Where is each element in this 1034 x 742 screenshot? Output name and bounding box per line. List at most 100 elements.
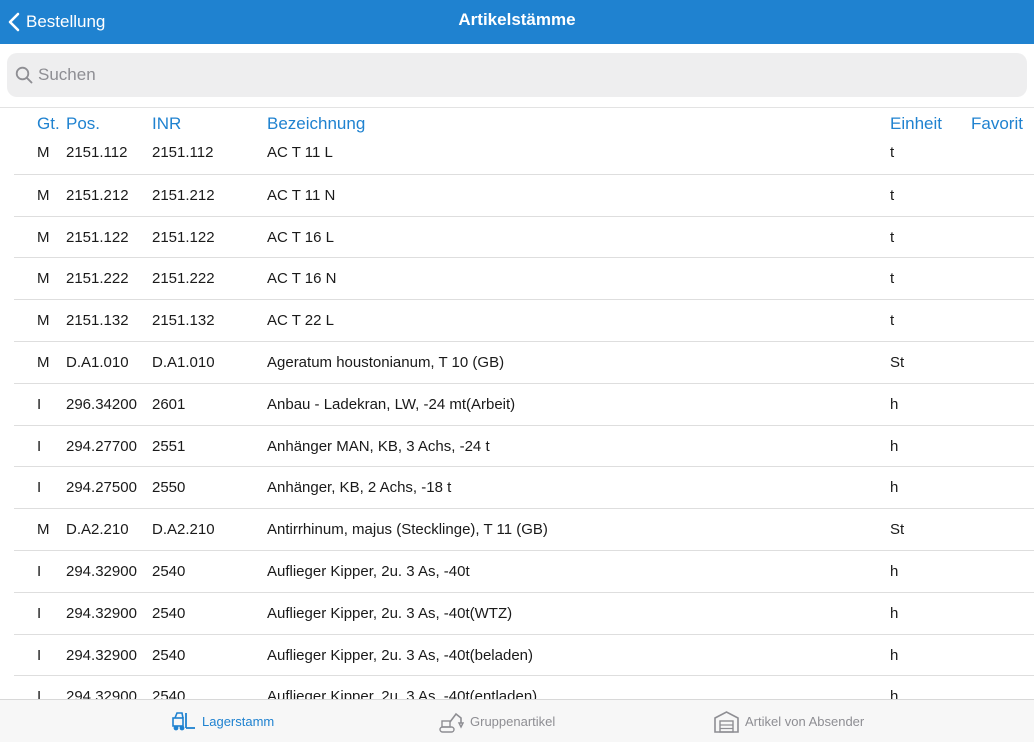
cell-inr: 2601 <box>152 395 186 413</box>
table-row[interactable]: I 296.34200 2601 Anbau - Ladekran, LW, -24 … <box>14 384 1034 426</box>
cell-gt: M <box>37 353 50 371</box>
table-row[interactable]: I 294.32900 2540 Auflieger Kipper, 2u. 3 As… <box>14 551 1034 593</box>
search-field-container[interactable] <box>7 53 1027 97</box>
search-bar <box>0 44 1034 108</box>
column-header-inr[interactable]: INR <box>152 114 181 134</box>
cell-inr: D.A1.010 <box>152 353 215 371</box>
navigation-bar: Bestellung Artikelstämme <box>0 0 1034 44</box>
cell-bezeichnung: Auflieger Kipper, 2u. 3 As, -40t(WTZ) <box>267 604 513 622</box>
cell-inr: 2540 <box>152 688 186 699</box>
table-row[interactable]: M 2151.212 2151.212 AC T 11 N t <box>14 175 1034 217</box>
cell-einheit: h <box>890 479 899 497</box>
cell-pos: 294.32900 <box>66 604 137 622</box>
cell-pos: D.A1.010 <box>66 353 129 371</box>
cell-einheit: t <box>890 270 895 288</box>
cell-bezeichnung: Auflieger Kipper, 2u. 3 As, -40t <box>267 562 470 580</box>
cell-einheit: t <box>890 228 895 246</box>
cell-einheit: h <box>890 646 899 664</box>
back-button-label: Bestellung <box>26 12 106 31</box>
cell-gt: I <box>37 395 42 413</box>
cell-bezeichnung: Auflieger Kipper, 2u. 3 As, -40t(entlade… <box>267 688 538 699</box>
cell-pos: 294.32900 <box>66 688 137 699</box>
tab-lagerstamm[interactable]: Lagerstamm <box>171 700 274 742</box>
cell-inr: 2550 <box>152 479 186 497</box>
table-row[interactable]: M 2151.132 2151.132 AC T 22 L t <box>14 300 1034 342</box>
page-title: Artikelstämme <box>458 10 576 29</box>
cell-gt: M <box>37 186 50 204</box>
cell-bezeichnung: AC T 22 L <box>267 312 334 330</box>
table-row[interactable]: I 294.32900 2540 Auflieger Kipper, 2u. 3 As… <box>14 593 1034 635</box>
cell-inr: D.A2.210 <box>152 521 215 539</box>
cell-gt: I <box>37 562 42 580</box>
cell-inr: 2151.132 <box>152 312 215 330</box>
cell-pos: 294.27500 <box>66 479 137 497</box>
table-row[interactable]: I 294.27500 2550 Anhänger, KB, 2 Achs, -18 … <box>14 467 1034 510</box>
column-header-favorit[interactable]: Favorit <box>971 114 1023 134</box>
column-header-pos[interactable]: Pos. <box>66 114 100 134</box>
article-table: M 2151.112 2151.112 AC T 11 L t M 2151.212 2151… <box>0 133 1034 699</box>
cell-bezeichnung: AC T 11 N <box>267 186 336 204</box>
tab-label-lagerstamm: Lagerstamm <box>202 714 275 729</box>
cell-pos: 2151.122 <box>66 228 129 246</box>
cell-bezeichnung: AC T 16 L <box>267 228 334 246</box>
cell-inr: 2151.212 <box>152 186 215 204</box>
cell-einheit: t <box>890 312 895 330</box>
tab-gruppenartikel[interactable]: Gruppenartikel <box>439 700 555 742</box>
cell-bezeichnung: Auflieger Kipper, 2u. 3 As, -40t(beladen… <box>267 646 534 664</box>
cell-pos: 2151.132 <box>66 312 129 330</box>
table-row[interactable]: M D.A1.010 D.A1.010 Ageratum houstonianum, … <box>14 342 1034 384</box>
excavator-icon <box>439 712 464 733</box>
cell-bezeichnung: Anhänger MAN, KB, 3 Achs, -24 t <box>267 437 490 455</box>
column-header-gt[interactable]: Gt. <box>37 114 60 134</box>
cell-inr: 2551 <box>152 437 186 455</box>
cell-inr: 2151.222 <box>152 270 215 288</box>
warehouse-icon <box>714 710 739 733</box>
cell-einheit: h <box>890 437 899 455</box>
cell-inr: 2540 <box>152 562 186 580</box>
table-row[interactable]: M D.A2.210 D.A2.210 Antirrhinum, majus (Ste… <box>14 509 1034 551</box>
cell-bezeichnung: Antirrhinum, majus (Stecklinge), T 11 (G… <box>267 521 548 539</box>
cell-gt: M <box>37 312 50 330</box>
cell-gt: I <box>37 688 42 699</box>
cell-inr: 2151.122 <box>152 228 215 246</box>
cell-einheit: h <box>890 688 899 699</box>
cell-pos: 2151.212 <box>66 186 129 204</box>
tab-bar: Lagerstamm Gruppenartikel Artikel von Ab… <box>0 699 1034 742</box>
cell-pos: 294.32900 <box>66 562 137 580</box>
tab-artikel-von-absender[interactable]: Artikel von Absender <box>714 700 864 742</box>
cell-einheit: h <box>890 395 899 413</box>
cell-gt: I <box>37 479 42 497</box>
cell-bezeichnung: Anhänger, KB, 2 Achs, -18 t <box>267 479 452 497</box>
cell-bezeichnung: Ageratum houstonianum, T 10 (GB) <box>267 353 505 371</box>
cell-bezeichnung: AC T 16 N <box>267 270 337 288</box>
table-row[interactable]: M 2151.222 2151.222 AC T 16 N t <box>14 258 1034 301</box>
cell-gt: M <box>37 228 50 246</box>
cell-bezeichnung: Anbau - Ladekran, LW, -24 mt(Arbeit) <box>267 395 516 413</box>
cell-gt: I <box>37 604 42 622</box>
cell-pos: 2151.112 <box>66 144 128 161</box>
cell-pos: 294.32900 <box>66 646 137 664</box>
back-button[interactable]: Bestellung <box>8 0 105 44</box>
search-icon <box>15 66 33 84</box>
cell-inr: 2540 <box>152 646 186 664</box>
column-header-einheit[interactable]: Einheit <box>890 114 942 134</box>
cell-gt: I <box>37 646 42 664</box>
cell-einheit: h <box>890 604 899 622</box>
table-row[interactable]: I 294.27700 2551 Anhänger MAN, KB, 3 Achs, … <box>14 426 1034 468</box>
cell-inr: 2540 <box>152 604 186 622</box>
cell-einheit: h <box>890 562 899 580</box>
cell-gt: M <box>37 521 50 539</box>
cell-gt: M <box>37 270 50 288</box>
table-row[interactable]: M 2151.112 2151.112 AC T 11 L t <box>14 133 1034 175</box>
cell-pos: 296.34200 <box>66 395 137 413</box>
cell-pos: D.A2.210 <box>66 521 129 539</box>
table-row[interactable]: M 2151.122 2151.122 AC T 16 L t <box>14 217 1034 259</box>
cell-einheit: St <box>890 353 905 371</box>
table-row[interactable]: I 294.32900 2540 Auflieger Kipper, 2u. 3 As… <box>14 676 1034 699</box>
cell-gt: M <box>37 144 50 161</box>
cell-bezeichnung: AC T 11 L <box>267 144 333 161</box>
cell-gt: I <box>37 437 42 455</box>
column-header-bezeichnung[interactable]: Bezeichnung <box>267 114 365 134</box>
table-row[interactable]: I 294.32900 2540 Auflieger Kipper, 2u. 3 As… <box>14 635 1034 677</box>
search-input[interactable] <box>38 55 998 95</box>
